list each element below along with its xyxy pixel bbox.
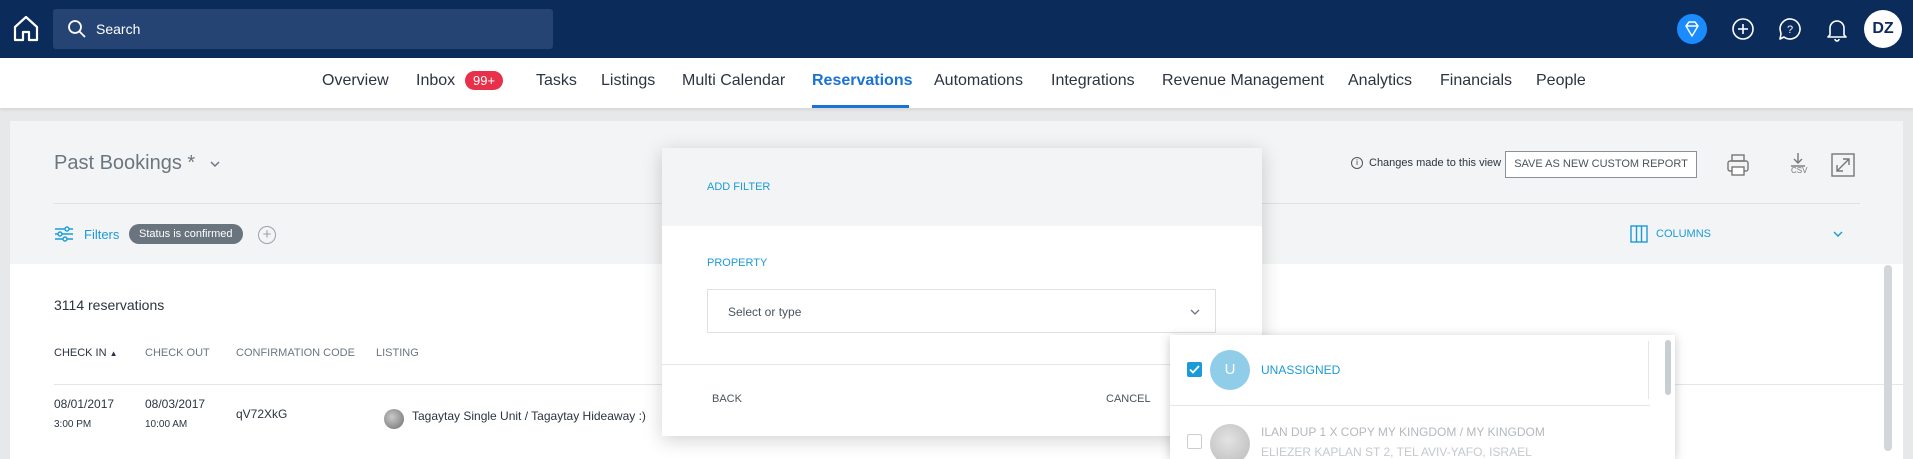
- nav-people[interactable]: People: [1536, 72, 1586, 90]
- select-placeholder: Select or type: [728, 305, 802, 319]
- plus-circle-icon[interactable]: [1728, 14, 1758, 44]
- listing-name[interactable]: Tagaytay Single Unit / Tagaytay Hideaway…: [412, 409, 646, 423]
- nav-reservations[interactable]: Reservations: [812, 72, 913, 90]
- csv-label[interactable]: CSV: [1791, 166, 1807, 175]
- avatar: U: [1210, 350, 1250, 390]
- help-icon[interactable]: ?: [1775, 14, 1805, 44]
- nav-multi-calendar[interactable]: Multi Calendar: [682, 72, 785, 90]
- bell-icon[interactable]: [1822, 14, 1852, 44]
- chevron-down-icon[interactable]: [1833, 230, 1843, 238]
- check-out-date: 08/03/2017: [145, 397, 206, 411]
- top-bar: Search ? DZ: [0, 0, 1913, 58]
- list-item-property[interactable]: ILAN DUP 1 X COPY MY KINGDOM / MY KINGDO…: [1170, 406, 1650, 459]
- check-in-time: 3:00 PM: [54, 419, 92, 430]
- diamond-icon[interactable]: [1677, 14, 1707, 44]
- list-item-unassigned[interactable]: U UNASSIGNED: [1170, 335, 1650, 406]
- changes-note: i Changes made to this view: [1351, 157, 1501, 169]
- property-thumbnail: [1210, 424, 1250, 459]
- sort-asc-icon: ▲: [109, 349, 118, 358]
- filter-chip-status[interactable]: Status is confirmed: [129, 224, 243, 244]
- columns-icon[interactable]: [1630, 225, 1648, 243]
- property-dropdown-list: U UNASSIGNED ILAN DUP 1 X COPY MY KINGDO…: [1170, 335, 1675, 459]
- nav-analytics[interactable]: Analytics: [1348, 72, 1412, 90]
- home-icon[interactable]: [12, 14, 40, 42]
- modal-title: ADD FILTER: [707, 181, 771, 193]
- main-nav: Overview Inbox 99+ Tasks Listings Multi …: [0, 58, 1913, 108]
- nav-overview[interactable]: Overview: [322, 72, 389, 90]
- view-title[interactable]: Past Bookings *: [54, 152, 195, 175]
- confirmation-code: qV72XkG: [236, 407, 288, 421]
- chevron-down-icon: [1190, 309, 1200, 315]
- table-scrollbar[interactable]: [1884, 265, 1892, 451]
- checkmark-icon: [1189, 365, 1200, 374]
- nav-listings[interactable]: Listings: [601, 72, 655, 90]
- filters-icon[interactable]: [54, 226, 74, 242]
- column-header-listing[interactable]: LISTING: [376, 347, 419, 359]
- nav-integrations[interactable]: Integrations: [1051, 72, 1135, 90]
- inbox-badge: 99+: [465, 71, 504, 90]
- back-button[interactable]: BACK: [712, 393, 742, 405]
- item-divider-vertical: [1648, 341, 1649, 399]
- checkbox-checked[interactable]: [1187, 362, 1202, 377]
- nav-inbox[interactable]: Inbox: [416, 72, 455, 90]
- property-label: PROPERTY: [707, 257, 768, 269]
- property-select[interactable]: Select or type: [707, 289, 1216, 333]
- chevron-down-icon[interactable]: [209, 159, 221, 169]
- list-item-name: ILAN DUP 1 X COPY MY KINGDOM / MY KINGDO…: [1261, 425, 1545, 439]
- list-item-address: ELIEZER KAPLAN ST 2, TEL AVIV-YAFO, ISRA…: [1261, 445, 1532, 459]
- nav-automations[interactable]: Automations: [934, 72, 1023, 90]
- column-header-confirmation-code[interactable]: CONFIRMATION CODE: [236, 347, 355, 359]
- nav-financials[interactable]: Financials: [1440, 72, 1512, 90]
- search-icon: [68, 20, 86, 38]
- list-item-name: UNASSIGNED: [1261, 363, 1341, 377]
- user-avatar[interactable]: DZ: [1864, 10, 1902, 48]
- nav-revenue-management[interactable]: Revenue Management: [1162, 72, 1324, 90]
- nav-active-indicator: [812, 105, 909, 108]
- columns-label[interactable]: COLUMNS: [1656, 228, 1711, 240]
- check-in-date: 08/01/2017: [54, 397, 115, 411]
- column-header-check-out[interactable]: CHECK OUT: [145, 347, 210, 359]
- modal-header: ADD FILTER: [662, 148, 1262, 226]
- save-custom-report-button[interactable]: SAVE AS NEW CUSTOM REPORT: [1505, 151, 1697, 178]
- checkbox-unchecked[interactable]: [1187, 434, 1202, 449]
- changes-text: Changes made to this view: [1369, 157, 1502, 169]
- add-filter-icon[interactable]: +: [258, 226, 276, 244]
- column-header-check-in[interactable]: CHECK IN ▲: [54, 347, 118, 359]
- diamond-glyph-icon: [1685, 21, 1699, 37]
- column-header-label: CHECK IN: [54, 347, 107, 359]
- nav-tasks[interactable]: Tasks: [536, 72, 577, 90]
- svg-text:?: ?: [1787, 24, 1793, 36]
- info-icon: i: [1351, 157, 1363, 169]
- check-out-time: 10:00 AM: [145, 419, 188, 430]
- reservation-count: 3114 reservations: [54, 297, 165, 313]
- search-placeholder: Search: [96, 21, 141, 37]
- fullscreen-icon[interactable]: [1830, 152, 1856, 178]
- dropdown-scrollbar[interactable]: [1665, 340, 1671, 395]
- filters-label[interactable]: Filters: [84, 227, 119, 242]
- search-bar[interactable]: Search: [53, 9, 553, 49]
- listing-thumbnail: [384, 409, 404, 429]
- cancel-button[interactable]: CANCEL: [1106, 393, 1151, 405]
- print-icon[interactable]: [1725, 152, 1751, 178]
